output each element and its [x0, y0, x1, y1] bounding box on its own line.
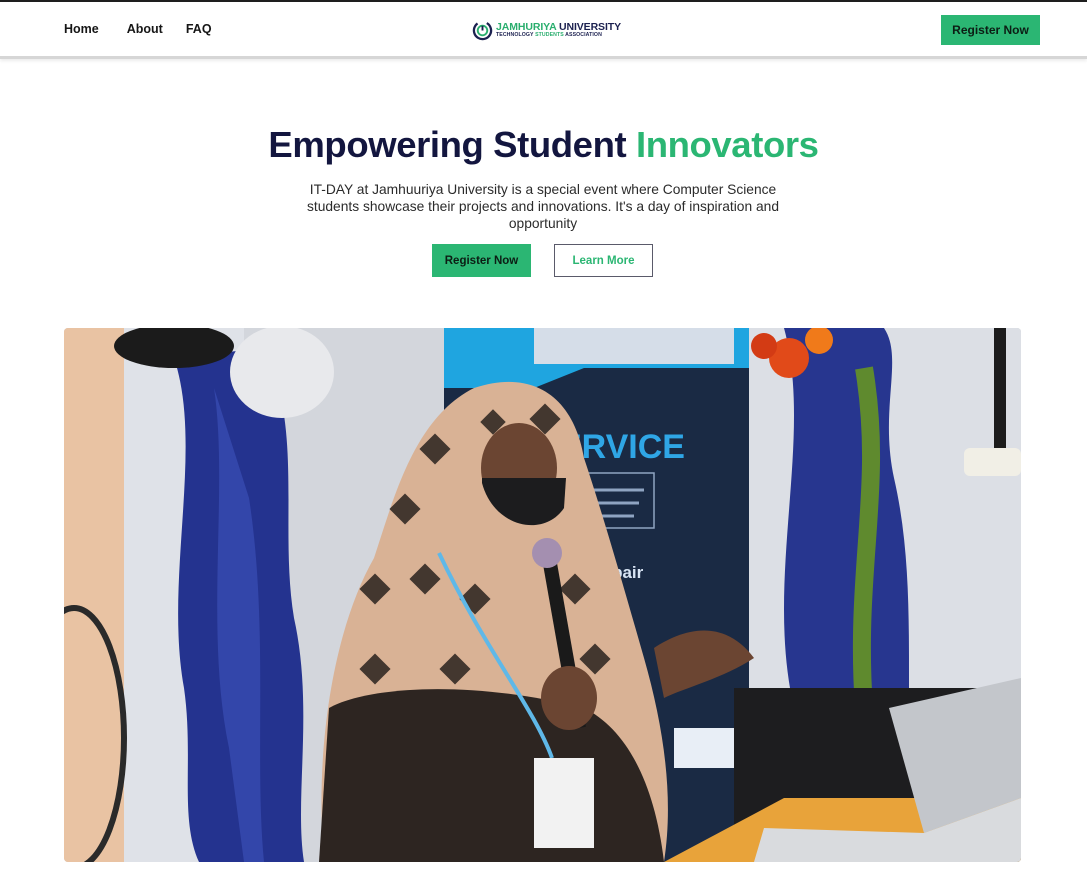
logo-mark-icon — [472, 20, 493, 40]
navbar: Home About FAQ JAMHURIYA UNIVERSITY TECH… — [0, 2, 1087, 59]
logo-subtitle: TECHNOLOGY STUDENTS ASSOCIATION — [496, 33, 621, 38]
logo-text: JAMHURIYA UNIVERSITY TECHNOLOGY STUDENTS… — [496, 20, 621, 39]
logo-subtitle-part2: STUDENTS — [535, 32, 564, 39]
nav-link-about[interactable]: About — [127, 22, 163, 36]
hero-register-button[interactable]: Register Now — [432, 244, 531, 277]
nav-links: Home About FAQ — [64, 22, 212, 36]
white-balloon — [230, 328, 334, 418]
learn-more-button[interactable]: Learn More — [554, 244, 653, 277]
logo-subtitle-part3: ASSOCIATION — [563, 32, 602, 39]
logo[interactable]: JAMHURIYA UNIVERSITY TECHNOLOGY STUDENTS… — [472, 18, 621, 42]
logo-title: JAMHURIYA UNIVERSITY — [496, 20, 621, 33]
nav-register-button[interactable]: Register Now — [941, 15, 1040, 45]
logo-title-part1: JAMHURIYA — [496, 20, 557, 33]
hero-description: IT-DAY at Jamhuuriya University is a spe… — [306, 182, 779, 231]
logo-title-part2: UNIVERSITY — [556, 20, 621, 33]
nav-link-home[interactable]: Home — [64, 22, 99, 36]
hero-title-main: Empowering Student — [268, 124, 636, 165]
hero-title-accent: Innovators — [635, 124, 819, 165]
microphone — [532, 538, 562, 568]
hero-photo: ERVICE r Repair — [64, 328, 1021, 862]
nav-link-faq[interactable]: FAQ — [186, 22, 212, 36]
hero-photo-illustration: ERVICE r Repair — [64, 328, 1021, 862]
hero-title: Empowering Student Innovators — [0, 124, 1087, 166]
logo-subtitle-part1: TECHNOLOGY — [496, 32, 536, 39]
